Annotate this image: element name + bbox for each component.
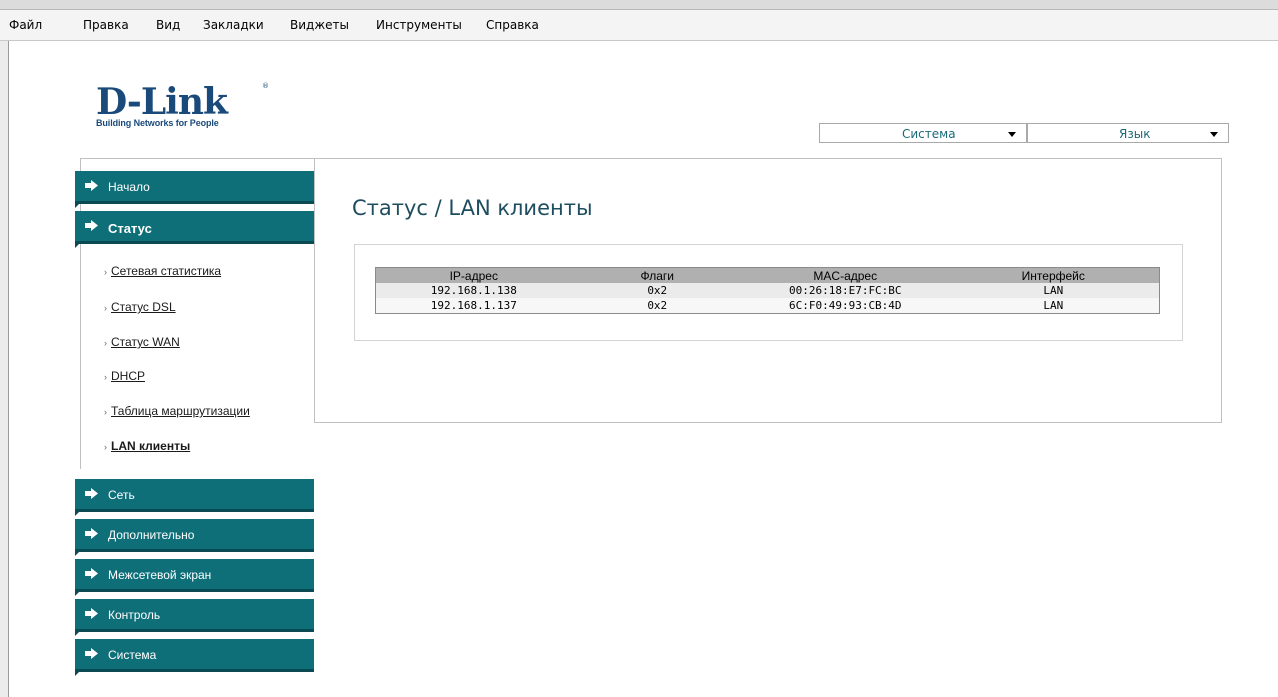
arrow-right-icon xyxy=(85,528,98,539)
bullet-icon: › xyxy=(104,372,107,382)
subnav-label: LAN клиенты xyxy=(111,439,191,453)
bullet-icon: › xyxy=(104,338,107,348)
language-select-value: Язык xyxy=(1119,127,1151,141)
cell-ip: 192.168.1.137 xyxy=(375,298,572,314)
nav-advanced[interactable]: Дополнительно xyxy=(75,519,314,556)
menu-widgets[interactable]: Виджеты xyxy=(290,18,349,32)
cell-flags: 0x2 xyxy=(571,283,743,298)
nav-label: Начало xyxy=(108,180,150,194)
table-row: 192.168.1.137 0x2 6C:F0:49:93:CB:4D LAN xyxy=(375,298,1160,314)
subnav-dhcp[interactable]: › DHCP xyxy=(104,369,145,383)
window-left-border xyxy=(0,41,9,697)
nav-label: Контроль xyxy=(108,608,161,622)
menu-file[interactable]: Файл xyxy=(9,18,42,32)
col-ip: IP-адрес xyxy=(375,267,572,283)
arrow-right-icon xyxy=(85,180,98,191)
arrow-right-icon xyxy=(85,488,98,499)
col-flags: Флаги xyxy=(571,267,743,283)
col-interface: Интерфейс xyxy=(947,267,1160,283)
logo-tagline: Building Networks for People xyxy=(96,118,219,128)
nav-start[interactable]: Начало xyxy=(75,171,314,208)
cell-ip: 192.168.1.138 xyxy=(375,283,572,298)
lan-clients-table: IP-адрес Флаги MAC-адрес Интерфейс 192.1… xyxy=(375,267,1160,314)
cell-flags: 0x2 xyxy=(571,298,743,314)
subnav-label: Сетевая статистика xyxy=(111,264,222,278)
col-mac: MAC-адрес xyxy=(742,267,948,283)
nav-network[interactable]: Сеть xyxy=(75,479,314,516)
page-title: Статус / LAN клиенты xyxy=(352,196,593,220)
bullet-icon: › xyxy=(104,303,107,313)
arrow-right-icon xyxy=(85,608,98,619)
menu-view[interactable]: Вид xyxy=(156,18,180,32)
nav-status[interactable]: Статус xyxy=(75,211,314,248)
cell-mac: 6C:F0:49:93:CB:4D xyxy=(742,298,948,314)
logo-wordmark: D-Link xyxy=(96,81,228,123)
nav-label: Сеть xyxy=(108,488,135,502)
nav-system[interactable]: Система xyxy=(75,639,314,676)
nav-firewall[interactable]: Межсетевой экран xyxy=(75,559,314,596)
window-top-border xyxy=(0,0,1278,10)
menu-edit[interactable]: Правка xyxy=(83,18,129,32)
chevron-down-icon xyxy=(1008,132,1016,137)
bullet-icon: › xyxy=(104,267,107,277)
system-select-value: Система xyxy=(902,127,956,141)
nav-label: Статус xyxy=(108,221,152,236)
arrow-right-icon xyxy=(85,648,98,659)
subnav-network-stats[interactable]: › Сетевая статистика xyxy=(104,264,221,278)
subnav-lan-clients[interactable]: › LAN клиенты xyxy=(104,439,190,453)
nav-label: Дополнительно xyxy=(108,528,195,542)
menu-bar: Файл Правка Вид Закладки Виджеты Инструм… xyxy=(0,10,1278,41)
table-header-row: IP-адрес Флаги MAC-адрес Интерфейс xyxy=(375,267,1160,283)
menu-tools[interactable]: Инструменты xyxy=(376,18,462,32)
arrow-right-icon xyxy=(85,220,98,231)
menu-help[interactable]: Справка xyxy=(486,18,539,32)
language-select[interactable]: Язык xyxy=(1027,123,1229,143)
arrow-right-icon xyxy=(85,568,98,579)
dlink-logo: D-Link ® Building Networks for People xyxy=(96,81,269,128)
bullet-icon: › xyxy=(104,407,107,417)
cell-interface: LAN xyxy=(947,298,1160,314)
subnav-label: Статус DSL xyxy=(111,300,176,314)
chevron-down-icon xyxy=(1210,132,1218,137)
cell-mac: 00:26:18:E7:FC:BC xyxy=(742,283,948,298)
subnav-wan-status[interactable]: › Статус WAN xyxy=(104,335,180,349)
subnav-label: Статус WAN xyxy=(111,335,180,349)
subnav-label: Таблица маршрутизации xyxy=(111,404,250,418)
logo-registered-mark: ® xyxy=(262,82,269,90)
nav-control[interactable]: Контроль xyxy=(75,599,314,636)
subnav-routing-table[interactable]: › Таблица маршрутизации xyxy=(104,404,250,418)
table-row: 192.168.1.138 0x2 00:26:18:E7:FC:BC LAN xyxy=(375,283,1160,298)
subnav-dsl-status[interactable]: › Статус DSL xyxy=(104,300,176,314)
system-select[interactable]: Система xyxy=(819,123,1027,143)
bullet-icon: › xyxy=(104,442,107,452)
nav-label: Межсетевой экран xyxy=(108,568,212,582)
subnav-label: DHCP xyxy=(111,369,146,383)
nav-label: Система xyxy=(108,648,157,662)
menu-bookmarks[interactable]: Закладки xyxy=(203,18,264,32)
cell-interface: LAN xyxy=(947,283,1160,298)
